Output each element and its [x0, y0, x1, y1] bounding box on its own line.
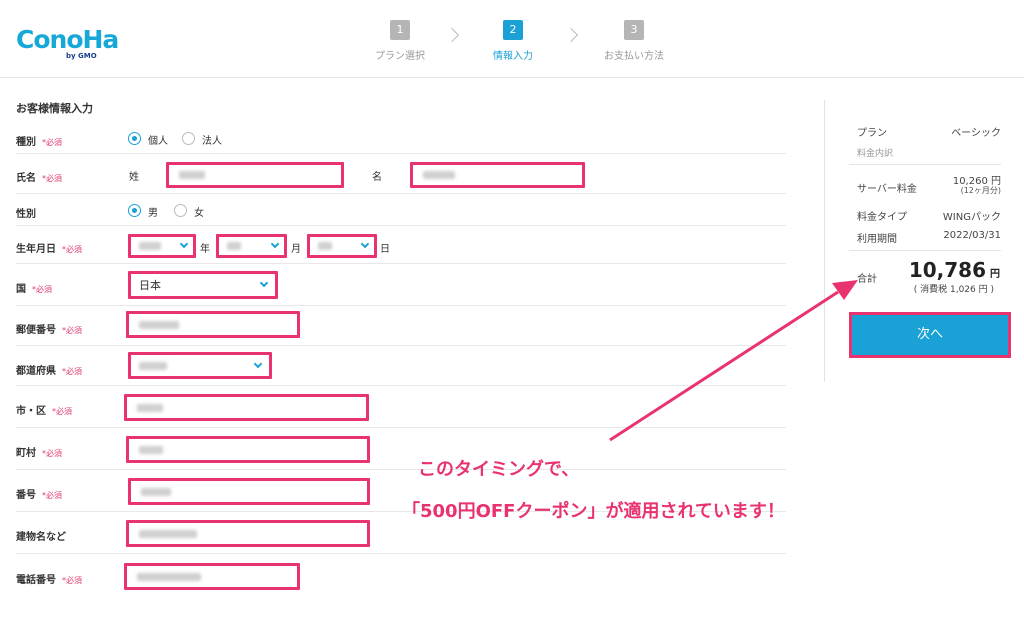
annotation-line-1: このタイミングで、 [418, 459, 580, 480]
arrow-line [609, 290, 839, 442]
annotation-line-2: 「500円OFFクーポン」が適用されています！ [402, 501, 785, 522]
arrow-head-icon [832, 280, 858, 300]
annotation-arrow [609, 280, 858, 442]
